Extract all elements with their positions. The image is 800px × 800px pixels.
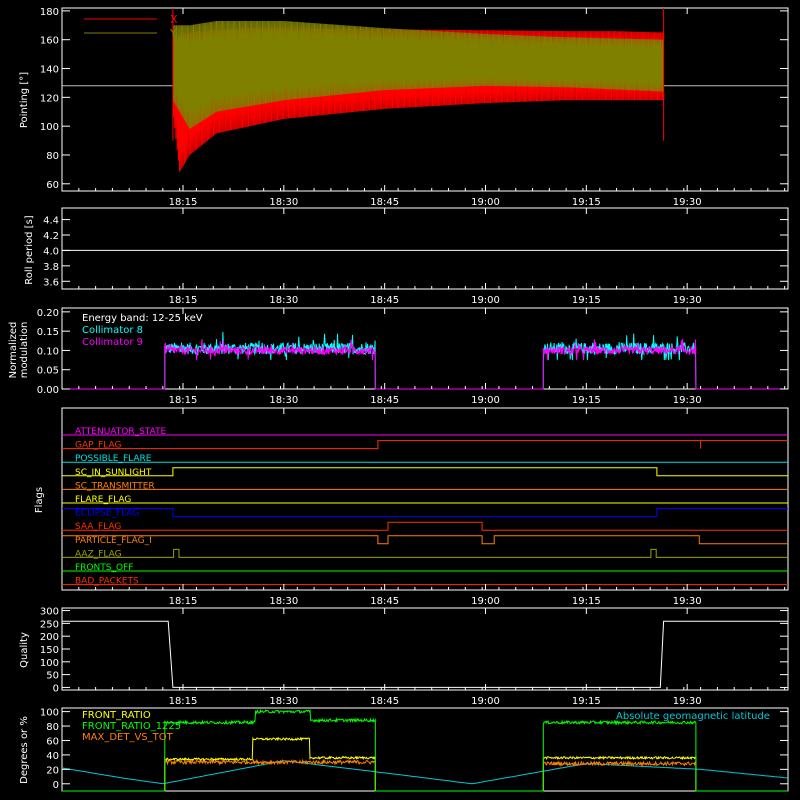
legend-x: X — [170, 13, 178, 26]
x-tick-label: 19:30 — [673, 197, 702, 208]
x-tick-label: 19:30 — [673, 696, 702, 707]
x-tick-label: 18:30 — [269, 395, 298, 406]
pointing-y-label: Pointing [°] — [19, 72, 30, 128]
x-tick-label: 18:15 — [169, 197, 198, 208]
y-tick-label: 3.8 — [43, 262, 59, 273]
y-tick-label: 0 — [53, 683, 59, 694]
y-tick-label: 100 — [40, 658, 59, 669]
flags-y-label: Flags — [34, 487, 45, 513]
x-tick-label: 19:00 — [471, 197, 500, 208]
x-tick-label: 19:15 — [572, 596, 601, 607]
x-tick-label: 19:15 — [572, 295, 601, 306]
x-tick-label: 19:00 — [471, 596, 500, 607]
y-tick-label: 20 — [46, 765, 59, 776]
y-tick-label: 40 — [46, 751, 59, 762]
roll-y-label: Roll period [s] — [24, 215, 35, 284]
legend-collimator-8: Collimator 8 — [82, 325, 143, 336]
legend-max-det-vs-tot: MAX_DET_VS_TOT — [82, 732, 174, 743]
x-tick-label: 19:00 — [471, 395, 500, 406]
geomagnetic-latitude-label: Absolute geomagnetic latitude — [616, 711, 770, 722]
quality-y-label: Quality — [19, 632, 30, 668]
x-tick-label: 18:15 — [169, 596, 198, 607]
x-tick-label: 18:15 — [169, 295, 198, 306]
y-tick-label: 80 — [46, 722, 59, 733]
y-tick-label: 0 — [53, 780, 59, 791]
y-tick-label: 250 — [40, 619, 59, 630]
y-tick-label: 60 — [46, 180, 59, 191]
degrees-y-label: Degrees or % — [19, 716, 30, 784]
modulation-y-label-1: Normalized — [8, 322, 19, 379]
x-tick-label: 19:15 — [572, 197, 601, 208]
x-tick-label: 18:15 — [169, 696, 198, 707]
y-tick-label: 180 — [40, 7, 59, 18]
x-tick-label: 18:30 — [269, 197, 298, 208]
y-tick-label: 0.10 — [37, 346, 59, 357]
legend-front-ratio: FRONT_RATIO — [82, 710, 151, 721]
x-tick-label: 18:15 — [169, 395, 198, 406]
y-tick-label: 200 — [40, 632, 59, 643]
x-tick-label: 18:30 — [269, 295, 298, 306]
x-tick-label: 18:30 — [269, 696, 298, 707]
y-tick-label: 60 — [46, 736, 59, 747]
legend-y: Y — [169, 27, 177, 40]
x-tick-label: 19:15 — [572, 395, 601, 406]
x-tick-label: 19:30 — [673, 596, 702, 607]
y-tick-label: 0.00 — [37, 385, 59, 396]
x-tick-label: 18:45 — [370, 596, 399, 607]
x-tick-label: 19:15 — [572, 696, 601, 707]
y-tick-label: 120 — [40, 93, 59, 104]
legend-collimator-9: Collimator 9 — [82, 337, 143, 348]
modulation-y-label-2: modulation — [19, 322, 30, 379]
x-tick-label: 18:45 — [370, 295, 399, 306]
y-tick-label: 100 — [40, 708, 59, 719]
y-tick-label: 300 — [40, 607, 59, 618]
x-tick-label: 19:00 — [471, 696, 500, 707]
x-tick-label: 18:30 — [269, 596, 298, 607]
y-tick-label: 4.4 — [43, 216, 59, 227]
rhessi-quicklook-chart: 60 80 100 120 140 160 180 18:15 18:30 18:45 19:00… — [0, 0, 800, 800]
y-tick-label: 100 — [40, 122, 59, 133]
y-tick-label: 0.20 — [37, 308, 59, 319]
y-tick-label: 3.6 — [43, 277, 59, 288]
flag-label: ECLIPSE_FLAG — [75, 509, 139, 519]
y-tick-label: 160 — [40, 36, 59, 47]
x-tick-label: 19:00 — [471, 295, 500, 306]
y-tick-label: 150 — [40, 645, 59, 656]
y-tick-label: 4.2 — [43, 231, 59, 242]
x-tick-label: 18:45 — [370, 395, 399, 406]
energy-band-annotation: Energy band: 12-25 keV — [82, 313, 203, 324]
x-tick-label: 18:45 — [370, 197, 399, 208]
legend-front-ratio-1225: FRONT_RATIO_1225 — [82, 721, 181, 732]
y-tick-label: 0.15 — [37, 327, 59, 338]
x-tick-label: 19:30 — [673, 395, 702, 406]
x-tick-label: 18:45 — [370, 696, 399, 707]
y-tick-label: 80 — [46, 151, 59, 162]
y-tick-label: 50 — [46, 671, 59, 682]
flag-label: PARTICLE_FLAG_I — [75, 536, 152, 546]
x-tick-label: 19:30 — [673, 295, 702, 306]
y-tick-label: 4.0 — [43, 246, 59, 257]
y-tick-label: 0.05 — [37, 366, 59, 377]
y-tick-label: 140 — [40, 65, 59, 76]
